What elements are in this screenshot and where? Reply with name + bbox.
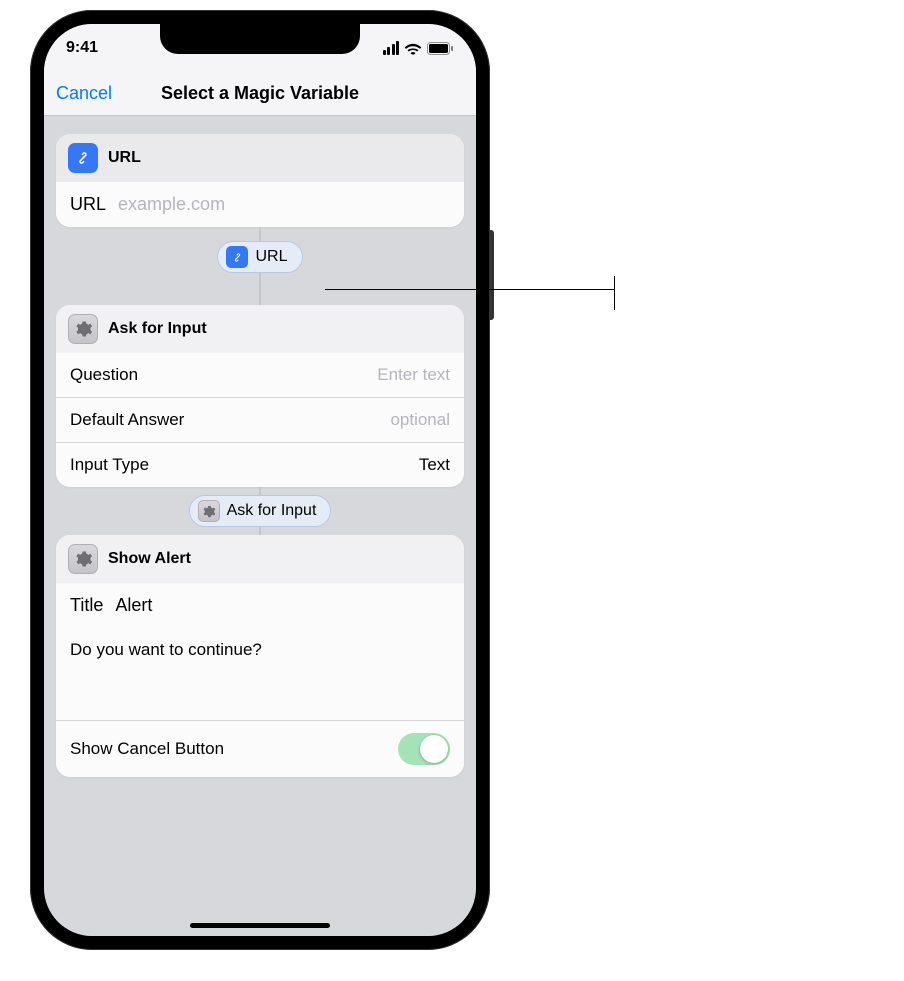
gear-icon — [68, 314, 98, 344]
home-indicator[interactable] — [190, 923, 330, 928]
pill-label: URL — [255, 248, 287, 266]
status-time: 9:41 — [66, 39, 98, 57]
navigation-bar: Cancel Select a Magic Variable — [44, 72, 476, 116]
alert-card-title: Show Alert — [108, 550, 191, 568]
alert-title-value: Alert — [115, 595, 152, 616]
gear-icon — [68, 544, 98, 574]
magic-variable-url-pill[interactable]: URL — [217, 241, 302, 273]
url-card-header: URL — [56, 134, 464, 182]
default-answer-row[interactable]: Default Answer optional — [56, 397, 464, 442]
link-icon — [68, 143, 98, 173]
cancel-button-toggle-row: Show Cancel Button — [56, 720, 464, 777]
ask-input-action-card: Ask for Input Question Enter text Defaul… — [56, 305, 464, 487]
cancel-toggle-label: Show Cancel Button — [70, 739, 224, 759]
cancel-button[interactable]: Cancel — [44, 83, 124, 104]
status-right — [383, 41, 455, 55]
input-type-row[interactable]: Input Type Text — [56, 442, 464, 487]
default-answer-placeholder: optional — [390, 410, 450, 430]
alert-body-text: Do you want to continue? — [70, 640, 262, 659]
battery-icon — [427, 42, 454, 55]
alert-title-label: Title — [70, 595, 103, 616]
url-action-card: URL URL example.com — [56, 134, 464, 227]
cancel-button-toggle[interactable] — [398, 733, 450, 765]
alert-card-header: Show Alert — [56, 535, 464, 583]
cellular-signal-icon — [383, 41, 400, 55]
connector: URL — [56, 227, 464, 305]
url-field-row[interactable]: URL example.com — [56, 182, 464, 227]
connector: Ask for Input — [56, 487, 464, 535]
input-type-label: Input Type — [70, 455, 149, 475]
url-field-placeholder: example.com — [118, 194, 450, 215]
gear-icon — [198, 500, 220, 522]
input-type-value: Text — [419, 455, 450, 475]
alert-title-row[interactable]: Title Alert — [56, 583, 464, 628]
alert-body-field[interactable]: Do you want to continue? — [56, 628, 464, 720]
annotation-callout-line — [325, 289, 615, 290]
default-answer-label: Default Answer — [70, 410, 184, 430]
question-placeholder: Enter text — [377, 365, 450, 385]
question-label: Question — [70, 365, 138, 385]
question-row[interactable]: Question Enter text — [56, 353, 464, 397]
magic-variable-ask-pill[interactable]: Ask for Input — [189, 495, 332, 527]
wifi-icon — [404, 42, 422, 55]
annotation-callout-line — [614, 276, 615, 310]
pill-label: Ask for Input — [227, 502, 317, 520]
url-field-label: URL — [70, 194, 106, 215]
ask-card-header: Ask for Input — [56, 305, 464, 353]
link-icon — [226, 246, 248, 268]
url-card-title: URL — [108, 149, 141, 167]
ask-card-title: Ask for Input — [108, 320, 207, 338]
show-alert-action-card: Show Alert Title Alert Do you want to co… — [56, 535, 464, 777]
